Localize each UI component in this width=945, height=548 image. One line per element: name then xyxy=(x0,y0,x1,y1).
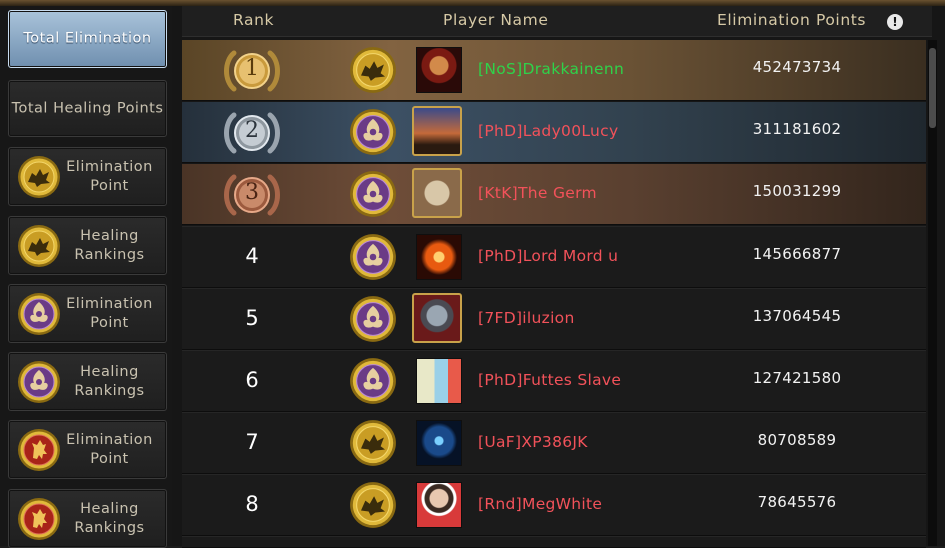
purple-dragon-sigil-icon xyxy=(17,292,61,336)
rank-number: 4 xyxy=(245,244,259,268)
tab-wolf-elimination-point[interactable]: Elimination Point xyxy=(8,147,167,206)
gold-wolf-sigil-icon xyxy=(349,46,397,94)
silver-rank-medal-icon: 2 xyxy=(220,107,284,163)
player-avatar[interactable] xyxy=(412,106,462,156)
elimination-points: 78645576 xyxy=(757,493,837,511)
tab-lion-elimination-point[interactable]: Elimination Point xyxy=(8,420,167,479)
purple-dragon-sigil-icon xyxy=(17,360,61,404)
elimination-points: 311181602 xyxy=(752,120,842,138)
rank-number: 7 xyxy=(245,430,259,454)
table-row[interactable]: 2 [PhD]Lady00Lucy 311181602 xyxy=(182,102,926,163)
player-avatar[interactable] xyxy=(416,420,462,466)
tab-label: Healing Rankings xyxy=(74,363,145,399)
tab-wolf-healing-rankings[interactable]: Healing Rankings xyxy=(8,216,167,275)
player-avatar[interactable] xyxy=(412,293,462,343)
player-avatar[interactable] xyxy=(416,47,462,93)
table-row[interactable]: 6 [PhD]Futtes Slave 127421580 xyxy=(182,350,926,412)
player-avatar[interactable] xyxy=(412,168,462,218)
column-header-player-name: Player Name xyxy=(443,11,549,29)
column-header-rank: Rank xyxy=(233,11,275,29)
tab-label: Elimination Point xyxy=(66,295,153,331)
gold-rank-medal-icon: 1 xyxy=(220,45,284,101)
elimination-points: 127421580 xyxy=(752,369,842,387)
purple-dragon-sigil-icon xyxy=(349,170,397,218)
player-avatar[interactable] xyxy=(416,482,462,528)
rank-number: 3 xyxy=(245,180,259,205)
tab-label: Healing Rankings xyxy=(74,500,145,536)
category-sidebar: Total Elimination Total Healing Points E… xyxy=(0,6,173,548)
purple-dragon-sigil-icon xyxy=(349,108,397,156)
tab-label: Total Healing Points xyxy=(11,100,164,116)
tab-label: Elimination Point xyxy=(66,158,153,194)
tab-total-elimination[interactable]: Total Elimination xyxy=(8,10,167,68)
player-name[interactable]: [KtK]The Germ xyxy=(478,184,597,202)
table-header: Rank Player Name Elimination Points ! xyxy=(182,6,932,37)
tab-total-healing-points[interactable]: Total Healing Points xyxy=(8,80,167,137)
leaderboard-scrollbar[interactable] xyxy=(928,40,937,546)
tab-label: Elimination Point xyxy=(66,431,153,467)
player-avatar[interactable] xyxy=(416,234,462,280)
tab-dragon-elimination-point[interactable]: Elimination Point xyxy=(8,284,167,343)
table-row[interactable]: 5 [7FD]iluzion 137064545 xyxy=(182,288,926,350)
table-row[interactable]: 7 [UaF]XP386JK 80708589 xyxy=(182,412,926,474)
rank-number: 5 xyxy=(245,306,259,330)
table-row[interactable]: 1 [NoS]Drakkainenn 452473734 xyxy=(182,40,926,101)
purple-dragon-sigil-icon xyxy=(349,357,397,405)
player-avatar[interactable] xyxy=(416,358,462,404)
player-name[interactable]: [Rnd]MegWhite xyxy=(478,495,602,513)
player-name[interactable]: [UaF]XP386JK xyxy=(478,433,588,451)
rank-number: 8 xyxy=(245,492,259,516)
red-lion-sigil-icon xyxy=(17,428,61,472)
player-name[interactable]: [PhD]Lady00Lucy xyxy=(478,122,618,140)
elimination-points: 145666877 xyxy=(752,245,842,263)
elimination-points: 137064545 xyxy=(752,307,842,325)
gold-wolf-sigil-icon xyxy=(349,481,397,529)
elimination-points: 452473734 xyxy=(752,58,842,76)
purple-dragon-sigil-icon xyxy=(349,233,397,281)
player-name[interactable]: [NoS]Drakkainenn xyxy=(478,60,624,78)
purple-dragon-sigil-icon xyxy=(349,295,397,343)
scrollbar-thumb[interactable] xyxy=(929,48,936,128)
tab-label: Total Elimination xyxy=(23,30,152,47)
gold-wolf-sigil-icon xyxy=(349,419,397,467)
player-name[interactable]: [PhD]Lord Mord u xyxy=(478,247,618,265)
rank-number: 2 xyxy=(245,118,259,143)
tab-lion-healing-rankings[interactable]: Healing Rankings xyxy=(8,489,167,548)
tab-dragon-healing-rankings[interactable]: Healing Rankings xyxy=(8,352,167,411)
table-row[interactable]: 4 [PhD]Lord Mord u 145666877 xyxy=(182,226,926,288)
gold-wolf-sigil-icon xyxy=(17,224,61,268)
gold-wolf-sigil-icon xyxy=(17,155,61,199)
table-row[interactable]: 8 [Rnd]MegWhite 78645576 xyxy=(182,474,926,536)
info-icon[interactable]: ! xyxy=(887,14,903,30)
player-name[interactable]: [7FD]iluzion xyxy=(478,309,575,327)
elimination-points: 80708589 xyxy=(757,431,837,449)
player-name[interactable]: [PhD]Futtes Slave xyxy=(478,371,621,389)
elimination-points: 150031299 xyxy=(752,182,842,200)
rank-number: 6 xyxy=(245,368,259,392)
column-header-elimination-points: Elimination Points xyxy=(717,11,867,29)
table-row[interactable]: 3 [KtK]The Germ 150031299 xyxy=(182,164,926,225)
tab-label: Healing Rankings xyxy=(74,227,145,263)
bronze-rank-medal-icon: 3 xyxy=(220,169,284,225)
rank-number: 1 xyxy=(245,56,259,81)
red-lion-sigil-icon xyxy=(17,497,61,541)
leaderboard-panel: Rank Player Name Elimination Points ! 1 … xyxy=(172,6,945,548)
table-row-partial xyxy=(182,536,926,548)
